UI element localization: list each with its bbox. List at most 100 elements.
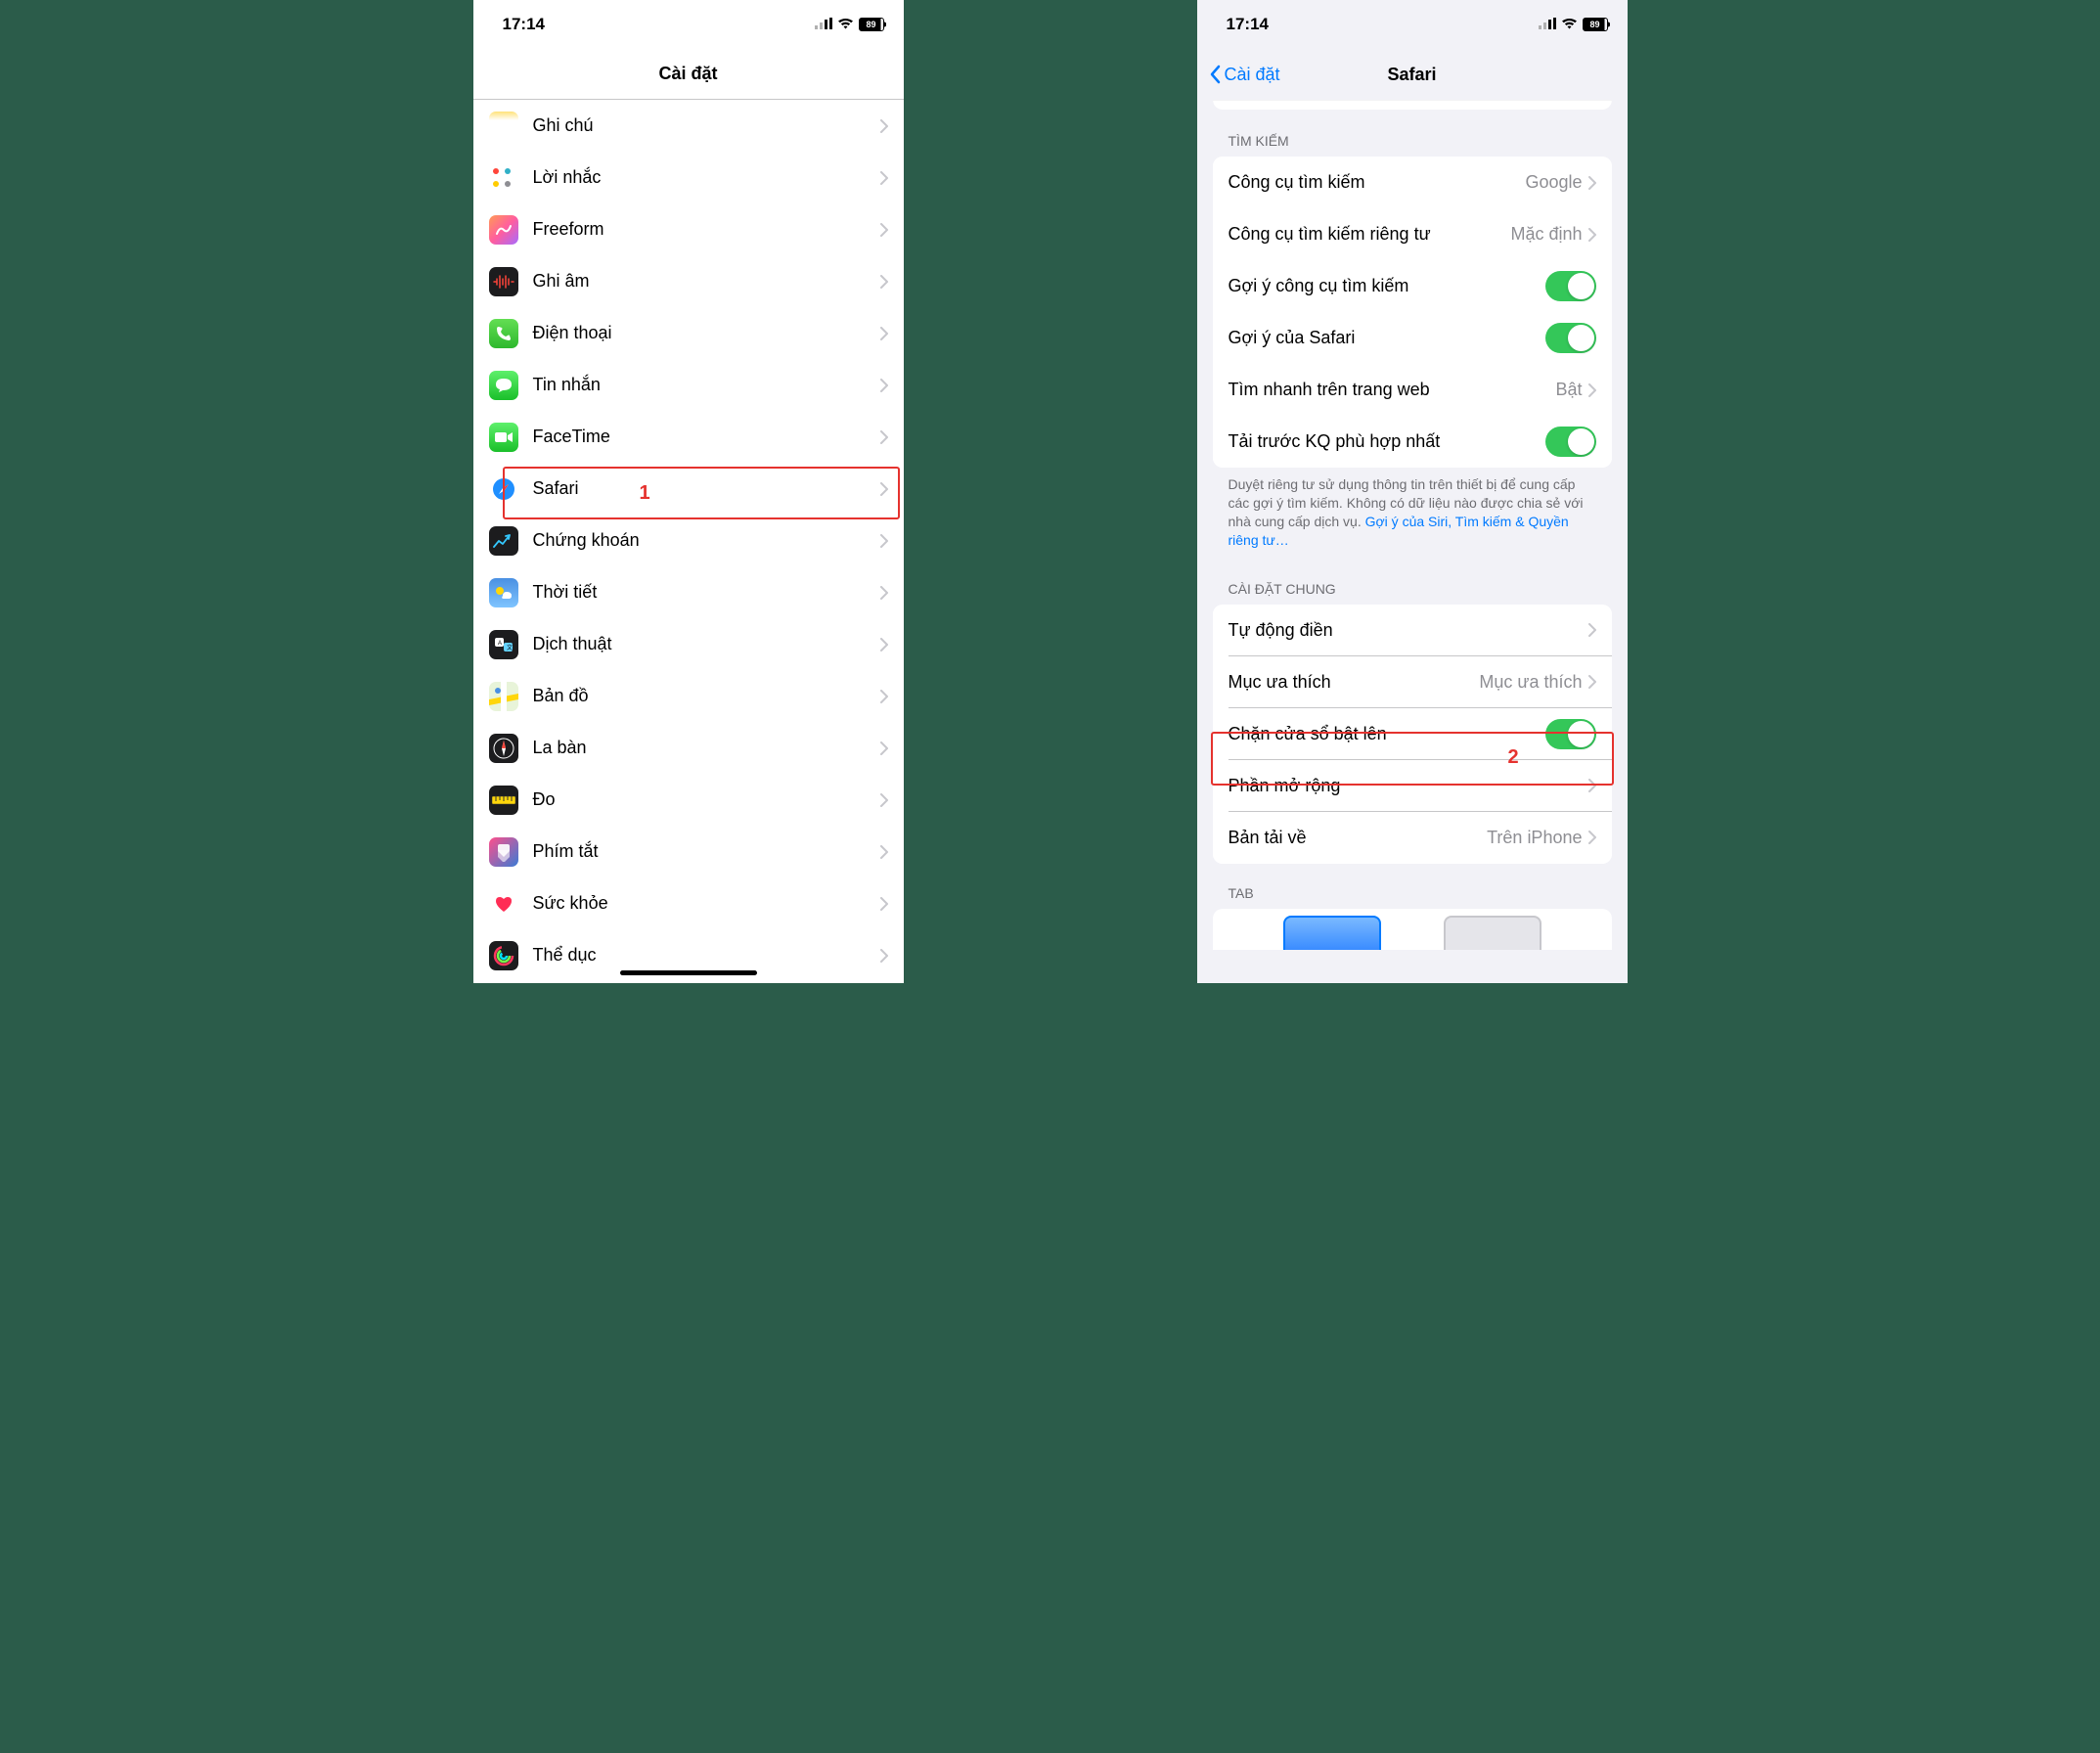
row-label: Tìm nhanh trên trang web [1229,380,1556,400]
row-label: Ghi âm [533,271,880,292]
status-bar: 17:14 89 [1197,0,1628,49]
row-weather[interactable]: Thời tiết [473,566,904,618]
chevron-icon [1588,831,1596,844]
row-label: Bản đồ [533,686,880,706]
row-measure[interactable]: Đo [473,774,904,826]
row-compass[interactable]: La bàn [473,722,904,774]
safari-icon [489,474,518,504]
tab-layout-selector[interactable] [1213,909,1612,950]
previous-group-edge [1213,100,1612,110]
row-label: Gợi ý của Safari [1229,328,1545,348]
row-label: Đo [533,789,880,810]
row-preload-top-hit[interactable]: Tải trước KQ phù hợp nhất [1213,416,1612,468]
chevron-icon [1588,176,1596,190]
row-label: FaceTime [533,427,880,447]
nav-bar: Cài đặt Safari [1197,49,1628,100]
row-label: Thời tiết [533,582,880,603]
row-private-search-engine[interactable]: Công cụ tìm kiếm riêng tưMặc định [1213,208,1612,260]
chevron-icon [1588,623,1596,637]
row-shortcuts[interactable]: Phím tắt [473,826,904,877]
row-messages[interactable]: Tin nhắn [473,359,904,411]
chevron-icon [880,119,888,133]
row-quick-website-search[interactable]: Tìm nhanh trên trang webBật [1213,364,1612,416]
back-button[interactable]: Cài đặt [1209,65,1280,85]
row-label: Sức khỏe [533,893,880,914]
row-freeform[interactable]: Freeform [473,203,904,255]
settings-screen: 17:14 89 Cài đặt Ghi chú Lời nhắcFreeform… [473,0,904,983]
row-favorites[interactable]: Mục ưa thíchMục ưa thích [1213,656,1612,708]
row-label: Phần mở rộng [1229,776,1588,796]
svg-text:文: 文 [507,644,513,652]
row-search-engine[interactable]: Công cụ tìm kiếmGoogle [1213,157,1612,208]
chevron-icon [880,379,888,392]
row-label: Dịch thuật [533,634,880,654]
home-indicator[interactable] [620,970,757,975]
notes-icon [489,112,518,141]
chevron-icon [1588,383,1596,397]
settings-list[interactable]: Ghi chúLời nhắcFreeformGhi âmĐiện thoạiT… [473,100,904,981]
single-tab-option[interactable] [1444,916,1541,950]
chevron-icon [880,845,888,859]
row-value: Google [1525,172,1582,193]
toggle-safari-suggestions[interactable] [1545,323,1596,353]
page-title: Cài đặt [658,64,717,84]
shortcuts-icon [489,837,518,867]
row-translate[interactable]: A文Dịch thuật [473,618,904,670]
messages-icon [489,371,518,400]
chevron-icon [1588,228,1596,242]
tab-section-header: TAB [1197,885,1628,909]
row-facetime[interactable]: FaceTime [473,411,904,463]
row-label: Phím tắt [533,841,880,862]
health-icon [489,889,518,919]
row-label: Safari [533,478,880,499]
toggle-block-popups[interactable] [1545,719,1596,749]
row-notes[interactable]: Ghi chú [473,100,904,152]
page-title: Safari [1387,65,1436,85]
chevron-icon [1588,675,1596,689]
status-time: 17:14 [1227,15,1269,34]
row-safari[interactable]: Safari [473,463,904,515]
row-health[interactable]: Sức khỏe [473,877,904,929]
chevron-icon [880,638,888,652]
row-autofill[interactable]: Tự động điền [1213,605,1612,656]
reminders-icon [489,163,518,193]
chevron-icon [880,742,888,755]
row-label: Ghi chú [533,115,880,136]
row-value: Bật [1555,380,1582,400]
weather-icon [489,578,518,607]
back-label: Cài đặt [1225,65,1280,85]
row-stocks[interactable]: Chứng khoán [473,515,904,566]
row-voice-memos[interactable]: Ghi âm [473,255,904,307]
row-label: Công cụ tìm kiếm riêng tư [1229,224,1511,245]
toggle-search-engine-suggestions[interactable] [1545,271,1596,301]
row-label: Tự động điền [1229,620,1588,641]
row-maps[interactable]: Bản đồ [473,670,904,722]
toggle-preload-top-hit[interactable] [1545,427,1596,457]
row-extensions[interactable]: Phần mở rộng [1213,760,1612,812]
row-phone[interactable]: Điện thoại [473,307,904,359]
row-label: Chặn cửa sổ bật lên [1229,724,1545,744]
voice-memos-icon [489,267,518,296]
tab-bar-option[interactable] [1283,916,1381,950]
row-reminders[interactable]: Lời nhắc [473,152,904,203]
annotation-number-2: 2 [1508,746,1519,769]
annotation-number-1: 1 [640,482,650,505]
row-safari-suggestions[interactable]: Gợi ý của Safari [1213,312,1612,364]
maps-icon [489,682,518,711]
wifi-icon [1561,15,1578,34]
fitness-icon [489,941,518,970]
status-right: 89 [1539,15,1608,34]
row-downloads[interactable]: Bản tải vềTrên iPhone [1213,812,1612,864]
row-label: Gợi ý công cụ tìm kiếm [1229,276,1545,296]
row-block-popups[interactable]: Chặn cửa sổ bật lên [1213,708,1612,760]
row-label: Công cụ tìm kiếm [1229,172,1526,193]
cellular-icon [815,15,832,34]
row-search-engine-suggestions[interactable]: Gợi ý công cụ tìm kiếm [1213,260,1612,312]
search-section-header: TÌM KIẾM [1197,110,1628,157]
status-bar: 17:14 89 [473,0,904,49]
row-label: Tải trước KQ phù hợp nhất [1229,431,1545,452]
chevron-icon [880,171,888,185]
compass-icon [489,734,518,763]
chevron-icon [1588,779,1596,792]
chevron-icon [880,223,888,237]
